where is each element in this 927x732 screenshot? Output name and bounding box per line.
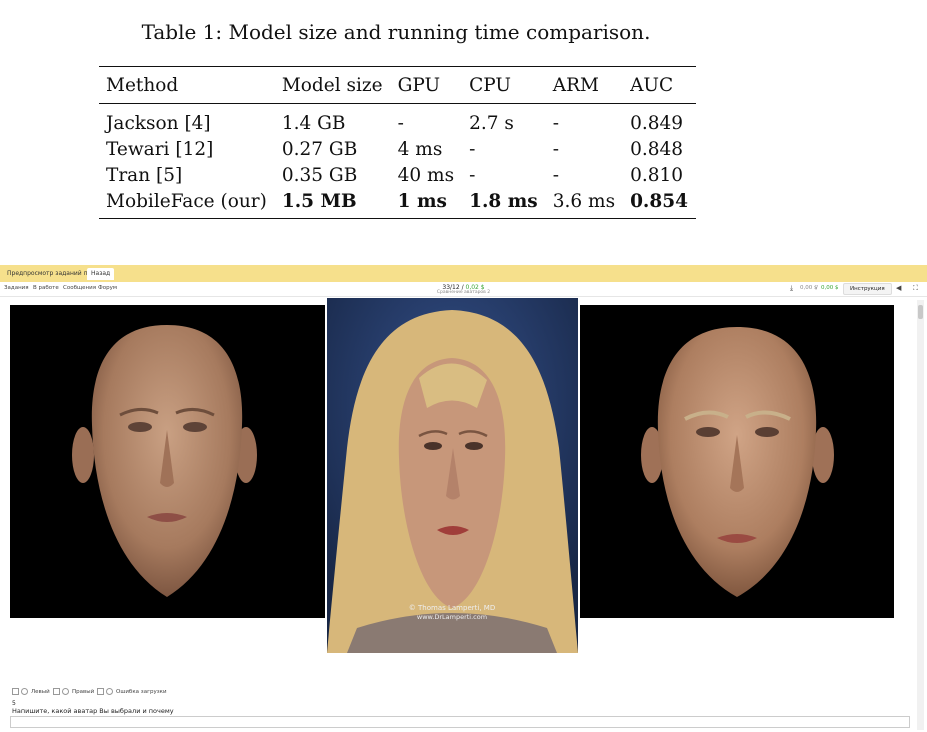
- fullscreen-icon[interactable]: ⛶: [913, 284, 918, 293]
- cell: 0.35 GB: [281, 164, 358, 186]
- option-left[interactable]: Левый: [12, 688, 50, 695]
- table-row: Tewari [12] 0.27 GB 4 ms - - 0.848: [99, 136, 696, 162]
- top-tab-bar: Предпросмотр заданий пула Назад: [0, 265, 927, 282]
- cell: -: [552, 138, 559, 160]
- table-caption: Table 1: Model size and running time com…: [141, 20, 651, 44]
- download-icon[interactable]: ⤓: [790, 284, 793, 293]
- header-method: Method: [106, 74, 179, 96]
- table-row: Tran [5] 0.35 GB 40 ms - - 0.810: [99, 162, 696, 188]
- radio-icon: [21, 688, 28, 695]
- cell: 0.27 GB: [281, 138, 358, 160]
- table-header-row: Method Model size GPU CPU ARM AUC: [99, 66, 696, 104]
- table-row-ours: MobileFace (our) 1.5 MB 1 ms 1.8 ms 3.6 …: [99, 188, 696, 219]
- megaphone-icon[interactable]: ◀: [896, 284, 901, 292]
- cell-bold: 0.854: [630, 190, 688, 212]
- cell: 40 ms: [397, 164, 455, 186]
- option-load-error-label: Ошибка загрузки: [116, 689, 167, 695]
- left-avatar-image[interactable]: [10, 305, 325, 618]
- question-label: Напишите, какой аватар Вы выбрали и поче…: [12, 707, 174, 715]
- cell-bold: 1 ms: [397, 190, 447, 212]
- cell-bold: 1.8 ms: [469, 190, 538, 212]
- cell: -: [469, 164, 476, 186]
- cell: -: [469, 138, 476, 160]
- header-model-size: Model size: [281, 74, 383, 96]
- checkbox-icon: [97, 688, 104, 695]
- cell: 1.4 GB: [281, 112, 346, 134]
- original-photo[interactable]: © Thomas Lamperti, MD www.DrLamperti.com: [327, 298, 578, 653]
- tab-back[interactable]: Назад: [87, 268, 115, 280]
- balance-1: 0,00 $: [800, 285, 818, 291]
- header-auc: AUC: [630, 74, 674, 96]
- option-right[interactable]: Правый: [53, 688, 94, 695]
- cell: MobileFace (our): [106, 190, 267, 212]
- header-cpu: CPU: [469, 74, 511, 96]
- cell: Tran [5]: [106, 164, 183, 186]
- cell: 0.849: [630, 112, 684, 134]
- cell: 2.7 s: [469, 112, 514, 134]
- radio-icon: [106, 688, 113, 695]
- cell: Tewari [12]: [106, 138, 214, 160]
- cell: -: [552, 164, 559, 186]
- comparison-table: Method Model size GPU CPU ARM AUC Jackso…: [99, 66, 696, 219]
- cell-bold: 1.5 MB: [281, 190, 357, 212]
- photo-face: © Thomas Lamperti, MD www.DrLamperti.com: [327, 298, 578, 653]
- checkbox-icon: [53, 688, 60, 695]
- scrollbar-thumb[interactable]: [918, 305, 923, 319]
- cell: 3.6 ms: [552, 190, 616, 212]
- option-left-label: Левый: [31, 689, 50, 695]
- task-screenshot: Предпросмотр заданий пула Назад Задания …: [0, 265, 927, 732]
- checkbox-icon: [12, 688, 19, 695]
- reason-textarea[interactable]: [10, 716, 910, 728]
- option-right-label: Правый: [72, 689, 95, 695]
- table-row: Jackson [4] 1.4 GB - 2.7 s - 0.849: [99, 104, 696, 137]
- answer-value: 5: [12, 700, 16, 707]
- cell: -: [552, 112, 559, 134]
- photo-watermark-line-1: © Thomas Lamperti, MD: [409, 604, 495, 612]
- radio-icon: [62, 688, 69, 695]
- task-subtitle: Сравнение аватаров 2: [436, 290, 491, 295]
- cell: -: [397, 112, 404, 134]
- page-scrollbar[interactable]: [917, 300, 924, 730]
- photo-watermark-line-2: www.DrLamperti.com: [417, 613, 487, 621]
- instructions-button[interactable]: Инструкция: [843, 283, 892, 295]
- left-avatar-face: [72, 325, 257, 597]
- right-avatar-image[interactable]: [580, 305, 894, 618]
- balance-2: 0,00 $: [821, 285, 839, 291]
- header-arm: ARM: [552, 74, 599, 96]
- cell: Jackson [4]: [106, 112, 211, 134]
- cell: 0.810: [630, 164, 684, 186]
- cell: 0.848: [630, 138, 684, 160]
- header-gpu: GPU: [397, 74, 441, 96]
- cell: 4 ms: [397, 138, 443, 160]
- right-avatar-face: [641, 327, 834, 597]
- option-load-error[interactable]: Ошибка загрузки: [97, 688, 167, 695]
- nav-row: Задания В работе Сообщения Форум 33/12 /…: [0, 282, 927, 297]
